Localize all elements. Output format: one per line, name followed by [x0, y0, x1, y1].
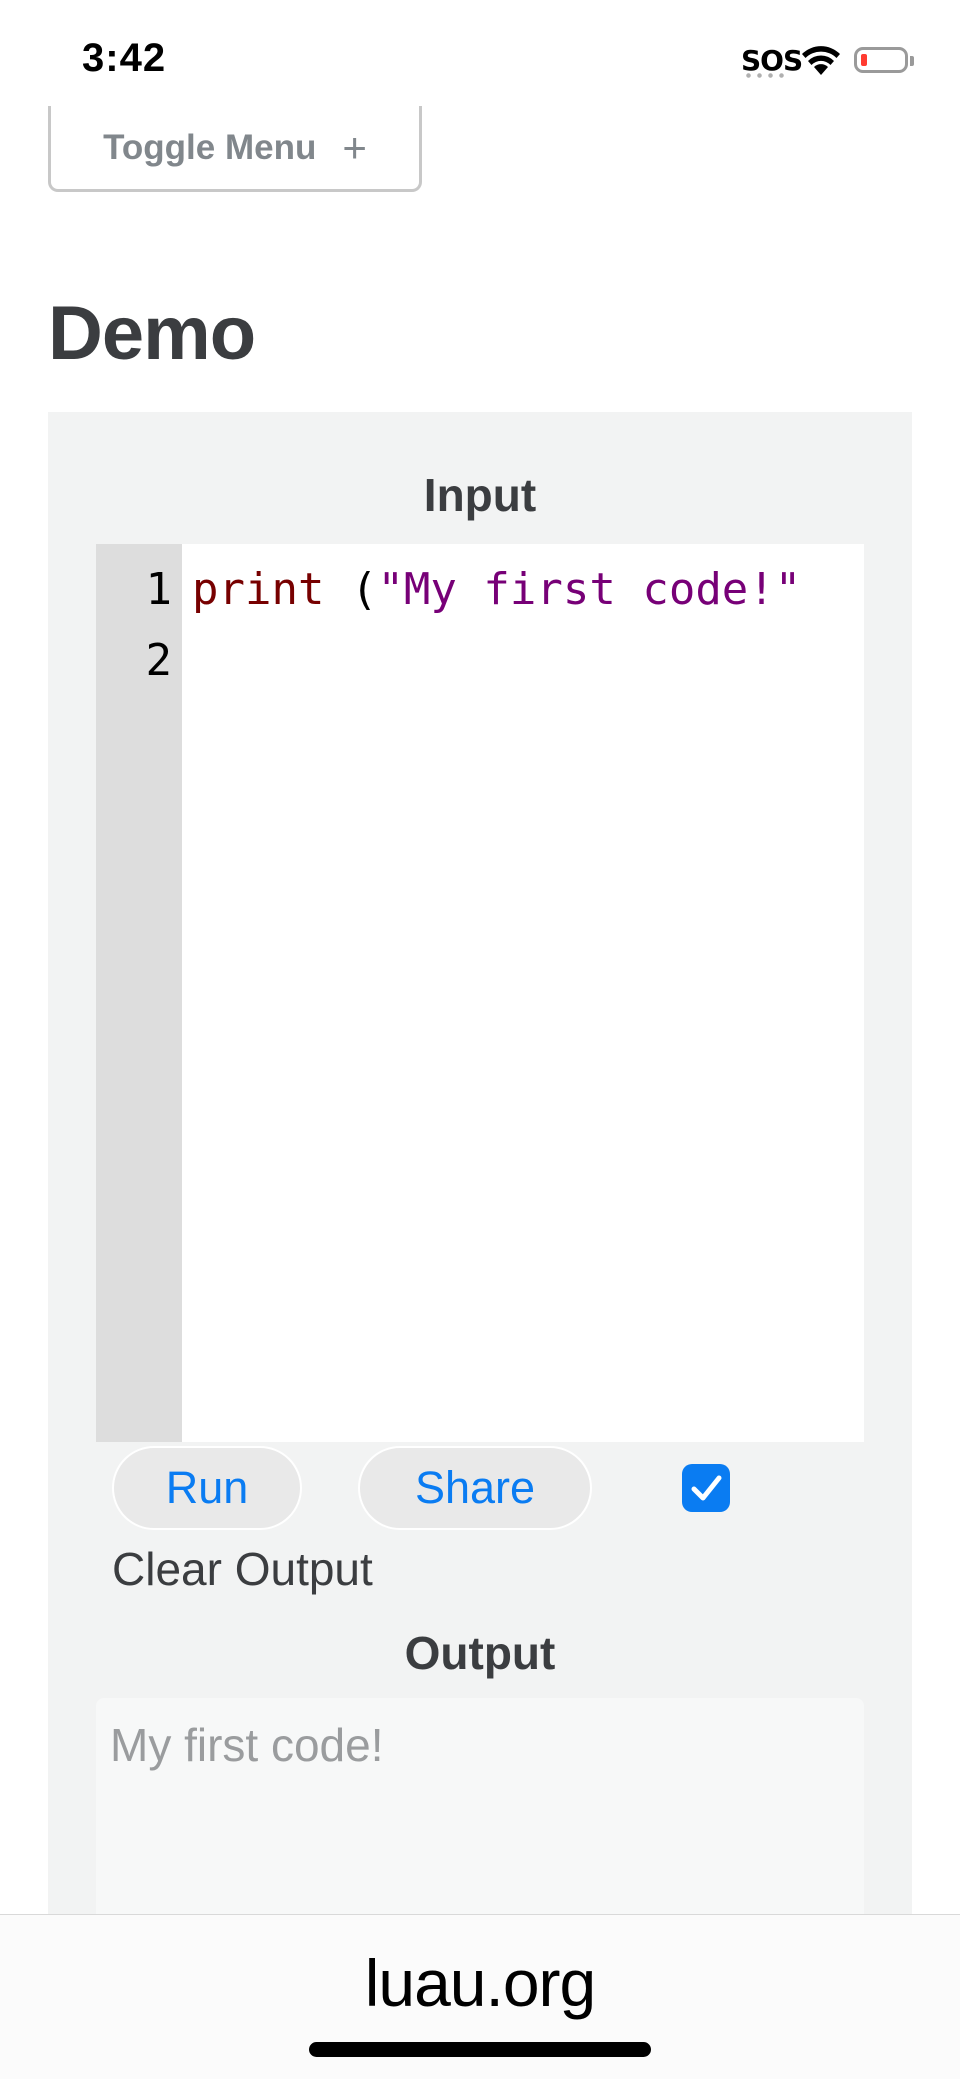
output-text: My first code! — [110, 1719, 384, 1771]
battery-level — [861, 54, 867, 66]
code-string: "My first code!" — [377, 564, 802, 615]
editor-controls: Run Share — [112, 1446, 892, 1536]
code-keyword: print — [192, 564, 325, 615]
line-number: 2 — [145, 635, 173, 686]
status-bar: 3:42 SOS — [0, 0, 960, 118]
code-text: ( — [324, 564, 378, 615]
wifi-icon — [802, 46, 840, 75]
output-heading: Output — [404, 1627, 556, 1679]
signal-dots-icon — [743, 73, 787, 78]
code-line[interactable]: print ("My first code!" — [192, 564, 801, 615]
home-indicator[interactable] — [309, 2042, 651, 2057]
toggle-menu-label: Toggle Menu — [103, 127, 317, 167]
code-editor[interactable]: 1 2 print ("My first code!" — [96, 544, 864, 1442]
clear-output-checkbox[interactable] — [682, 1464, 730, 1512]
browser-address-bar[interactable]: luau.org — [0, 1914, 960, 2079]
run-button[interactable]: Run — [112, 1446, 302, 1530]
address-domain: luau.org — [364, 1946, 597, 2020]
line-number: 1 — [145, 564, 173, 615]
battery-icon — [854, 47, 908, 73]
plus-icon: + — [342, 123, 367, 171]
page-title: Demo — [48, 291, 256, 376]
share-button[interactable]: Share — [358, 1446, 592, 1530]
battery-cap — [910, 56, 914, 66]
toggle-menu-button[interactable]: Toggle Menu + — [48, 106, 422, 192]
line-number-gutter: 1 2 — [96, 544, 182, 1442]
input-heading: Input — [423, 469, 537, 521]
demo-panel: Input 1 2 print ("My first code!" Run Sh… — [48, 412, 912, 2079]
status-time: 3:42 — [82, 36, 167, 80]
clear-output-label[interactable]: Clear Output — [112, 1542, 373, 1596]
page: 3:42 SOS Toggle Menu + Demo Input 1 2 pr… — [0, 0, 960, 2079]
